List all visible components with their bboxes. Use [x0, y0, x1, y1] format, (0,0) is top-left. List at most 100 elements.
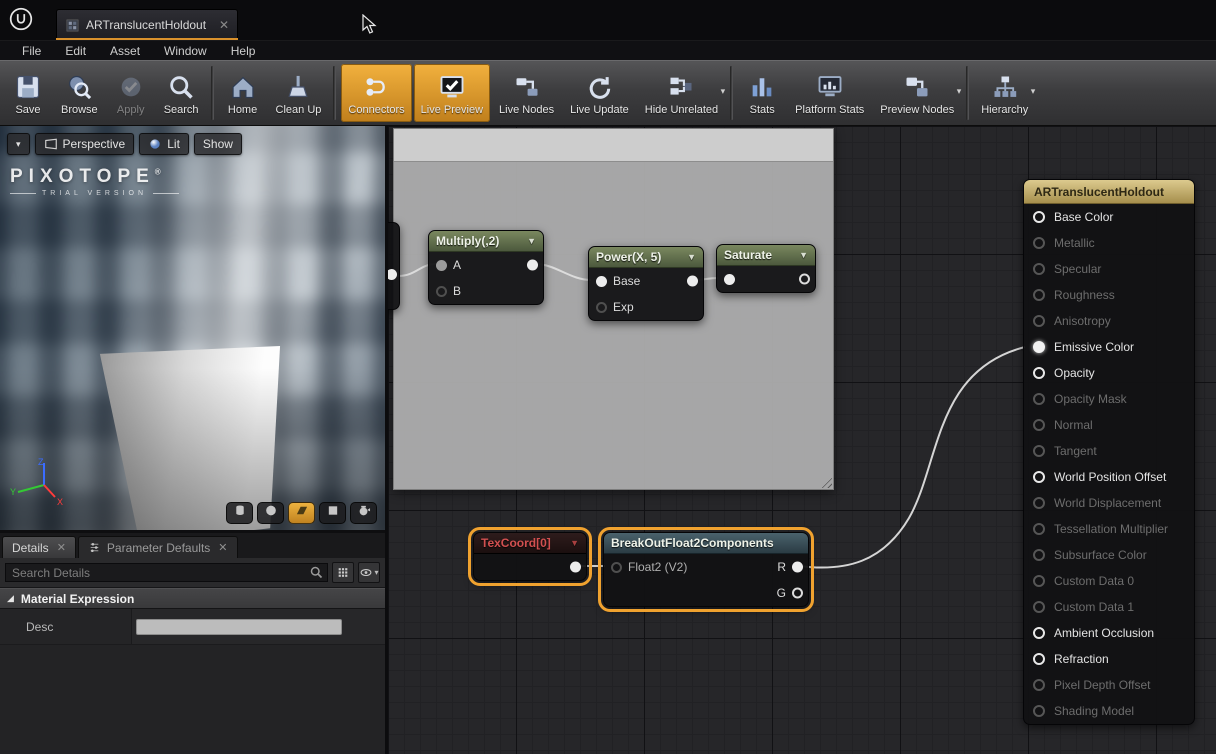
node-power[interactable]: Power(X, 5) ▼ Base Exp — [588, 246, 704, 321]
node-header[interactable]: Power(X, 5) ▼ — [589, 247, 703, 268]
perspective-button[interactable]: Perspective — [35, 133, 135, 155]
preview-shape-cube-button[interactable] — [319, 502, 346, 524]
pin-icon[interactable] — [1033, 679, 1045, 691]
material-pin-anisotropy[interactable]: Anisotropy — [1024, 308, 1194, 334]
connectors-button[interactable]: Connectors — [341, 64, 411, 122]
preview-shape-sphere-button[interactable] — [257, 502, 284, 524]
material-pin-custom-data-0[interactable]: Custom Data 0 — [1024, 568, 1194, 594]
material-pin-shading-model[interactable]: Shading Model — [1024, 698, 1194, 724]
chevron-down-icon[interactable]: ▼ — [799, 250, 808, 260]
chevron-down-icon[interactable]: ▼ — [570, 538, 579, 548]
material-pin-world-position-offset[interactable]: World Position Offset — [1024, 464, 1194, 490]
preview-nodes-button[interactable]: Preview Nodes▾ — [873, 64, 961, 122]
output-pin-r[interactable] — [792, 562, 803, 573]
input-pin[interactable] — [724, 274, 735, 285]
save-button[interactable]: Save — [4, 64, 52, 122]
node-header[interactable]: Multiply(,2) ▼ — [429, 231, 543, 252]
output-pin[interactable] — [799, 274, 810, 285]
material-pin-opacity-mask[interactable]: Opacity Mask — [1024, 386, 1194, 412]
node-multiply[interactable]: Multiply(,2) ▼ A B — [428, 230, 544, 305]
output-pin[interactable] — [386, 269, 397, 280]
live-nodes-button[interactable]: Live Nodes — [492, 64, 561, 122]
hide-unrelated-button[interactable]: Hide Unrelated▾ — [638, 64, 725, 122]
menu-edit[interactable]: Edit — [53, 41, 98, 60]
tab-details[interactable]: Details ✕ — [2, 536, 76, 558]
comment-title-bar[interactable] — [394, 129, 833, 162]
pin-icon[interactable] — [1033, 289, 1045, 301]
close-icon[interactable]: ✕ — [218, 541, 227, 554]
desc-input[interactable] — [136, 619, 342, 635]
preview-viewport[interactable]: ▾ Perspective Lit Show PIXOTOPE® TRIAL V… — [0, 126, 385, 530]
pin-icon[interactable] — [1033, 237, 1045, 249]
material-pin-pixel-depth-offset[interactable]: Pixel Depth Offset — [1024, 672, 1194, 698]
chevron-down-icon[interactable]: ▾ — [957, 86, 962, 97]
pin-icon[interactable] — [1033, 601, 1045, 613]
pin-icon[interactable] — [1033, 653, 1045, 665]
live-update-button[interactable]: Live Update — [563, 64, 636, 122]
material-pin-ambient-occlusion[interactable]: Ambient Occlusion — [1024, 620, 1194, 646]
live-preview-button[interactable]: Live Preview — [414, 64, 490, 122]
input-pin[interactable] — [611, 562, 622, 573]
material-pin-tessellation-multiplier[interactable]: Tessellation Multiplier — [1024, 516, 1194, 542]
chevron-down-icon[interactable]: ▾ — [721, 86, 726, 97]
material-pin-custom-data-1[interactable]: Custom Data 1 — [1024, 594, 1194, 620]
menu-file[interactable]: File — [10, 41, 53, 60]
node-header[interactable]: Saturate ▼ — [717, 245, 815, 266]
search-button[interactable]: Search — [157, 64, 206, 122]
comment-resize-handle[interactable] — [819, 475, 832, 488]
material-node-header[interactable]: ARTranslucentHoldout — [1024, 180, 1194, 204]
home-button[interactable]: Home — [219, 64, 267, 122]
apply-button[interactable]: Apply — [107, 64, 155, 122]
pin-icon[interactable] — [1033, 315, 1045, 327]
hierarchy-button[interactable]: Hierarchy▾ — [974, 64, 1035, 122]
material-pin-subsurface-color[interactable]: Subsurface Color — [1024, 542, 1194, 568]
pin-icon[interactable] — [1033, 419, 1045, 431]
view-options-button[interactable]: ▾ — [358, 562, 380, 583]
platform-stats-button[interactable]: Platform Stats — [788, 64, 871, 122]
asset-tab[interactable]: ARTranslucentHoldout ✕ — [56, 9, 238, 40]
pin-icon[interactable] — [1033, 211, 1045, 223]
material-pin-emissive-color[interactable]: Emissive Color — [1024, 334, 1194, 360]
material-pin-base-color[interactable]: Base Color — [1024, 204, 1194, 230]
viewport-options-button[interactable]: ▾ — [7, 133, 30, 155]
pin-icon[interactable] — [1033, 341, 1045, 353]
search-details-input[interactable] — [5, 563, 328, 582]
stats-button[interactable]: Stats — [738, 64, 786, 122]
menu-asset[interactable]: Asset — [98, 41, 152, 60]
chevron-down-icon[interactable]: ▾ — [1031, 86, 1036, 97]
show-button[interactable]: Show — [194, 133, 242, 155]
chevron-down-icon[interactable]: ▼ — [527, 236, 536, 246]
material-pin-roughness[interactable]: Roughness — [1024, 282, 1194, 308]
pin-icon[interactable] — [1033, 445, 1045, 457]
output-pin[interactable] — [687, 276, 698, 287]
lit-button[interactable]: Lit — [139, 133, 189, 155]
pin-icon[interactable] — [1033, 575, 1045, 587]
material-pin-tangent[interactable]: Tangent — [1024, 438, 1194, 464]
node-texcoord[interactable]: TexCoord[0] ▼ — [473, 532, 587, 581]
material-pin-world-displacement[interactable]: World Displacement — [1024, 490, 1194, 516]
node-header[interactable]: BreakOutFloat2Components — [604, 533, 808, 554]
browse-button[interactable]: Browse — [54, 64, 105, 122]
output-pin-g[interactable] — [792, 588, 803, 599]
material-pin-metallic[interactable]: Metallic — [1024, 230, 1194, 256]
pin-icon[interactable] — [1033, 497, 1045, 509]
menu-window[interactable]: Window — [152, 41, 219, 60]
material-expression-section-header[interactable]: ◢ Material Expression — [0, 588, 385, 609]
menu-help[interactable]: Help — [219, 41, 268, 60]
preview-shape-cylinder-button[interactable] — [226, 502, 253, 524]
material-pin-normal[interactable]: Normal — [1024, 412, 1194, 438]
pin-icon[interactable] — [1033, 393, 1045, 405]
input-pin[interactable] — [436, 260, 447, 271]
input-pin[interactable] — [596, 302, 607, 313]
output-pin[interactable] — [527, 260, 538, 271]
pin-icon[interactable] — [1033, 471, 1045, 483]
preview-shape-plane-button[interactable] — [288, 502, 315, 524]
material-pin-specular[interactable]: Specular — [1024, 256, 1194, 282]
pin-icon[interactable] — [1033, 627, 1045, 639]
close-icon[interactable]: ✕ — [57, 541, 66, 554]
material-graph-canvas[interactable]: Multiply(,2) ▼ A B Power(X, 5) ▼ Base — [385, 126, 1216, 754]
node-offscreen-left[interactable] — [385, 222, 400, 310]
tab-parameter-defaults[interactable]: Parameter Defaults ✕ — [78, 536, 238, 558]
material-pin-refraction[interactable]: Refraction — [1024, 646, 1194, 672]
preview-shape-teapot-button[interactable] — [350, 502, 377, 524]
